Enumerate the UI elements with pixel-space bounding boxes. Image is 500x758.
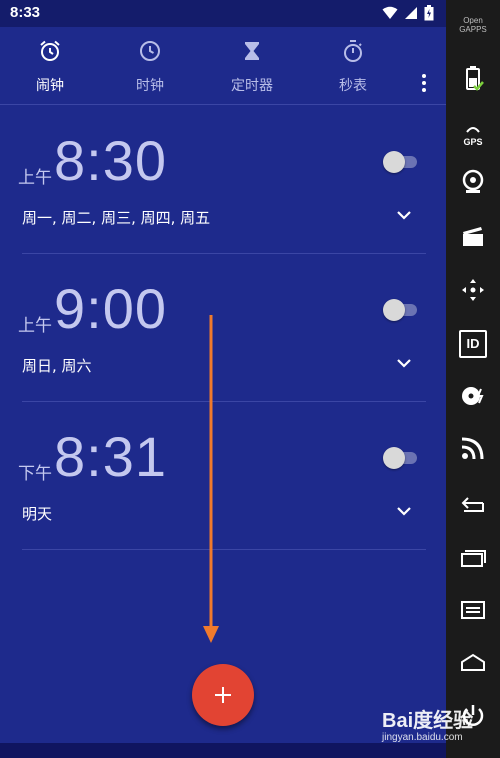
tab-label: 定时器 [231,78,273,94]
rss-feed-icon[interactable] [459,434,487,462]
tab-bar: 闹钟 时钟 定时器 秒表 [0,27,446,105]
hourglass-icon [245,42,259,60]
back-icon[interactable] [459,492,487,520]
alarm-time[interactable]: 8:31 [54,424,167,489]
dpad-icon[interactable] [459,276,487,304]
chevron-down-icon[interactable] [394,208,414,224]
emulator-sidebar: Open GAPPS GPS ID [446,0,500,758]
overflow-menu-icon[interactable] [412,71,436,99]
bottom-strip [0,743,446,758]
home-icon[interactable] [459,648,487,676]
chevron-down-icon[interactable] [394,356,414,372]
status-bar: 8:33 [0,0,446,27]
phone-screen: 8:33 闹钟 时钟 定时器 秒表 上午 8:30 周一, 周二, 周三, 周四… [0,0,446,758]
battery-icon [424,5,434,21]
wifi-icon [382,6,398,19]
alarm-ampm: 上午 [18,316,52,336]
gps-button[interactable]: GPS [446,118,500,147]
chevron-down-icon[interactable] [394,504,414,520]
add-alarm-button[interactable] [192,664,254,726]
tab-label: 时钟 [136,78,164,94]
alarm-ampm: 下午 [18,464,52,484]
tab-alarm[interactable]: 闹钟 [0,27,100,105]
tab-label: 闹钟 [36,78,64,94]
status-time: 8:33 [10,4,41,21]
tab-timer[interactable]: 定时器 [202,27,302,105]
menu-icon[interactable] [459,596,487,624]
opengapps-logo: Open GAPPS [459,16,487,34]
alarm-item[interactable]: 上午 8:30 周一, 周二, 周三, 周四, 周五 [0,106,446,254]
stopwatch-icon [344,40,362,62]
alarm-repeat-days: 周一, 周二, 周三, 周四, 周五 [22,209,211,227]
signal-icon [405,7,417,19]
alarm-clock-icon [40,40,60,61]
webcam-icon[interactable] [459,168,487,196]
gps-label: GPS [463,137,483,147]
device-id-button[interactable]: ID [459,330,487,358]
clock-icon [140,41,160,61]
alarm-ampm: 上午 [18,168,52,188]
annotation-arrow [203,315,219,643]
alarm-time[interactable]: 8:30 [54,128,167,193]
status-icons [382,5,434,21]
alarm-repeat-days: 明天 [22,505,53,523]
tab-clock[interactable]: 时钟 [100,27,200,105]
gps-signal-icon [466,127,480,133]
baidu-watermark: Bai度经验 jingyan.baidu.com [382,700,500,750]
alarm-toggle[interactable] [383,447,419,469]
watermark-sub: jingyan.baidu.com [382,732,463,743]
alarm-repeat-days: 周日, 周六 [22,357,92,375]
tab-label: 秒表 [339,78,367,94]
alarm-time[interactable]: 9:00 [54,276,167,341]
battery-status-icon[interactable] [459,64,487,92]
screen-record-icon[interactable] [459,222,487,250]
alarm-toggle[interactable] [383,151,419,173]
watermark-main: Bai度经验 [382,710,474,732]
recent-apps-icon[interactable] [459,544,487,572]
alarm-toggle[interactable] [383,299,419,321]
tab-stopwatch[interactable]: 秒表 [303,27,403,105]
disk-icon[interactable] [459,382,487,410]
